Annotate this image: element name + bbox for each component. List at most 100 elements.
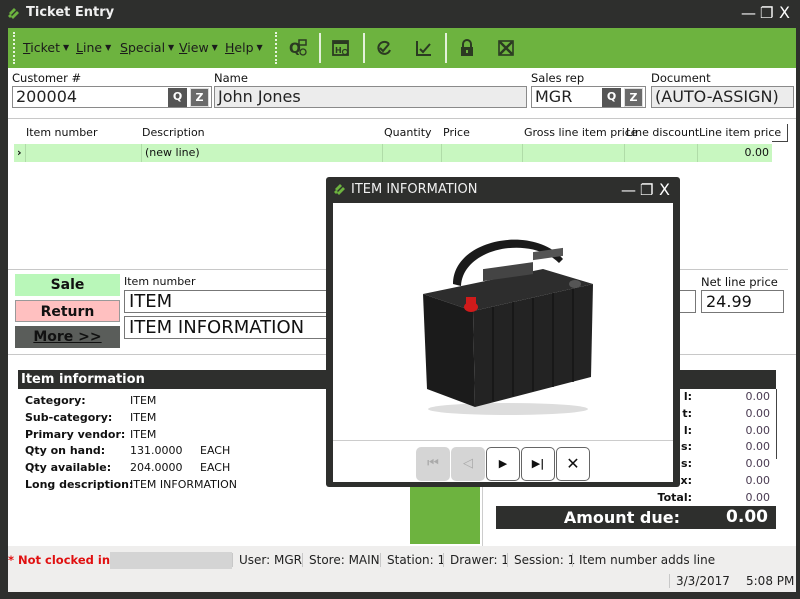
toolbar-separator bbox=[363, 33, 365, 63]
col-item-number[interactable]: Item number bbox=[26, 126, 97, 139]
search-icon: Q bbox=[172, 90, 183, 103]
caret-down-icon: ▼ bbox=[63, 43, 70, 52]
col-description[interactable]: Description bbox=[142, 126, 205, 139]
toolbar-grip[interactable] bbox=[275, 32, 277, 64]
toolbar: Ticket ▼ Line ▼ Special ▼ View ▼ Help ▼ Q H bbox=[8, 28, 796, 68]
menu-help[interactable]: Help ▼ bbox=[225, 40, 263, 55]
item-information-dialog: ITEM INFORMATION — ❐ X ⏮ ◁ ▶ ▶| ✕ bbox=[326, 177, 680, 487]
col-line-item-price[interactable]: Line item price bbox=[699, 126, 781, 139]
total-key: l: bbox=[683, 390, 692, 403]
customer-zoom-button[interactable]: Z bbox=[190, 88, 209, 107]
hold-icon[interactable]: H bbox=[331, 38, 351, 58]
customer-search-button[interactable]: Q bbox=[168, 88, 187, 107]
window-title: Ticket Entry bbox=[26, 5, 115, 20]
cell-line-price[interactable]: 0.00 bbox=[698, 144, 772, 162]
name-value: John Jones bbox=[218, 87, 301, 106]
sales-rep-search-button[interactable]: Q bbox=[602, 88, 621, 107]
item-number-value: ITEM bbox=[129, 291, 173, 312]
info-key: Primary vendor: bbox=[25, 428, 126, 441]
previous-icon: ◁ bbox=[463, 456, 473, 471]
status-drawer: Drawer: 1 bbox=[450, 553, 509, 567]
menu-label: elp bbox=[234, 40, 254, 55]
minimize-button[interactable]: — bbox=[741, 4, 756, 22]
sales-rep-zoom-button[interactable]: Z bbox=[624, 88, 643, 107]
col-line-discount[interactable]: Line discount bbox=[626, 126, 699, 139]
status-time: 5:08 PM bbox=[746, 574, 795, 588]
name-field[interactable]: John Jones bbox=[214, 86, 527, 108]
status-station: Station: 1 bbox=[387, 553, 446, 567]
description-input[interactable]: ITEM INFORMATION bbox=[124, 316, 344, 339]
cell-description[interactable]: (new line) bbox=[142, 144, 383, 162]
info-value: ITEM bbox=[130, 411, 157, 424]
verify-icon[interactable] bbox=[374, 38, 394, 58]
close-button[interactable]: X bbox=[779, 4, 790, 22]
dialog-nav: ⏮ ◁ ▶ ▶| ✕ bbox=[416, 441, 591, 482]
first-icon: ⏮ bbox=[427, 456, 439, 471]
customer-label: Customer # bbox=[12, 71, 82, 85]
restore-button[interactable]: ❐ bbox=[760, 4, 773, 22]
status-mode: Item number adds line bbox=[579, 553, 716, 567]
quantity-icon[interactable]: Q bbox=[288, 38, 308, 58]
caret-down-icon: ▼ bbox=[105, 43, 112, 52]
divider bbox=[8, 118, 796, 119]
next-record-button[interactable]: ▶ bbox=[486, 447, 520, 481]
total-key: x: bbox=[680, 474, 693, 487]
net-line-price-input[interactable]: 24.99 bbox=[701, 290, 784, 313]
cell-discount[interactable] bbox=[625, 144, 698, 162]
panel-edge bbox=[776, 389, 777, 459]
hidden-field-edge bbox=[680, 290, 696, 313]
status-separator bbox=[232, 553, 233, 567]
cell-item-number[interactable] bbox=[26, 144, 142, 162]
close-dialog-button[interactable]: ✕ bbox=[556, 447, 590, 481]
more-button[interactable]: More >> bbox=[15, 326, 120, 348]
divider bbox=[482, 482, 483, 546]
status-progress bbox=[110, 552, 232, 569]
toolbar-grip[interactable] bbox=[13, 32, 15, 64]
search-icon: Q bbox=[606, 90, 617, 103]
battery-image bbox=[423, 239, 593, 415]
total-value: 0.00 bbox=[745, 457, 771, 470]
total-key: t: bbox=[682, 407, 692, 420]
svg-text:H: H bbox=[335, 46, 342, 55]
status-separator bbox=[507, 553, 508, 567]
menu-special[interactable]: Special ▼ bbox=[120, 40, 174, 55]
status-date: 3/3/2017 bbox=[676, 574, 730, 588]
total-value: 0.00 bbox=[745, 407, 771, 420]
menu-ticket[interactable]: Ticket ▼ bbox=[23, 40, 69, 55]
info-value: ITEM bbox=[130, 394, 157, 407]
last-record-button[interactable]: ▶| bbox=[521, 447, 555, 481]
first-record-button[interactable]: ⏮ bbox=[416, 447, 450, 481]
return-button[interactable]: Return bbox=[15, 300, 120, 322]
item-number-input[interactable]: ITEM bbox=[124, 290, 344, 313]
checkmark-icon[interactable] bbox=[414, 38, 434, 58]
menu-label: icket bbox=[30, 40, 60, 55]
close-icon: ✕ bbox=[566, 454, 580, 473]
dialog-close-button[interactable]: X bbox=[659, 181, 670, 199]
amount-due-value: 0.00 bbox=[726, 507, 768, 527]
table-row[interactable]: › (new line) 0.00 bbox=[14, 144, 772, 162]
dialog-title: ITEM INFORMATION bbox=[351, 182, 478, 197]
lock-icon[interactable] bbox=[457, 38, 477, 58]
previous-record-button[interactable]: ◁ bbox=[451, 447, 485, 481]
document-field[interactable]: (AUTO-ASSIGN) bbox=[651, 86, 794, 108]
col-quantity[interactable]: Quantity bbox=[384, 126, 432, 139]
menu-line[interactable]: Line ▼ bbox=[76, 40, 111, 55]
cell-quantity[interactable] bbox=[383, 144, 442, 162]
menu-label: ine bbox=[82, 40, 103, 55]
net-line-price-label: Net line price bbox=[701, 275, 778, 289]
col-gross-line-item-price[interactable]: Gross line item price bbox=[524, 126, 638, 139]
document-label: Document bbox=[651, 71, 711, 85]
col-price[interactable]: Price bbox=[443, 126, 470, 139]
item-number-label: Item number bbox=[124, 275, 196, 288]
app-logo-icon bbox=[334, 184, 345, 195]
cell-price[interactable] bbox=[442, 144, 523, 162]
void-icon[interactable] bbox=[496, 38, 516, 58]
dialog-minimize-button[interactable]: — bbox=[621, 181, 636, 199]
dialog-restore-button[interactable]: ❐ bbox=[640, 181, 653, 199]
cell-gross[interactable] bbox=[523, 144, 625, 162]
sale-button[interactable]: Sale bbox=[15, 274, 120, 296]
info-key: Category: bbox=[25, 394, 86, 407]
menu-accel: H bbox=[225, 40, 235, 55]
menu-view[interactable]: View ▼ bbox=[179, 40, 218, 55]
caret-down-icon: ▼ bbox=[256, 43, 263, 52]
